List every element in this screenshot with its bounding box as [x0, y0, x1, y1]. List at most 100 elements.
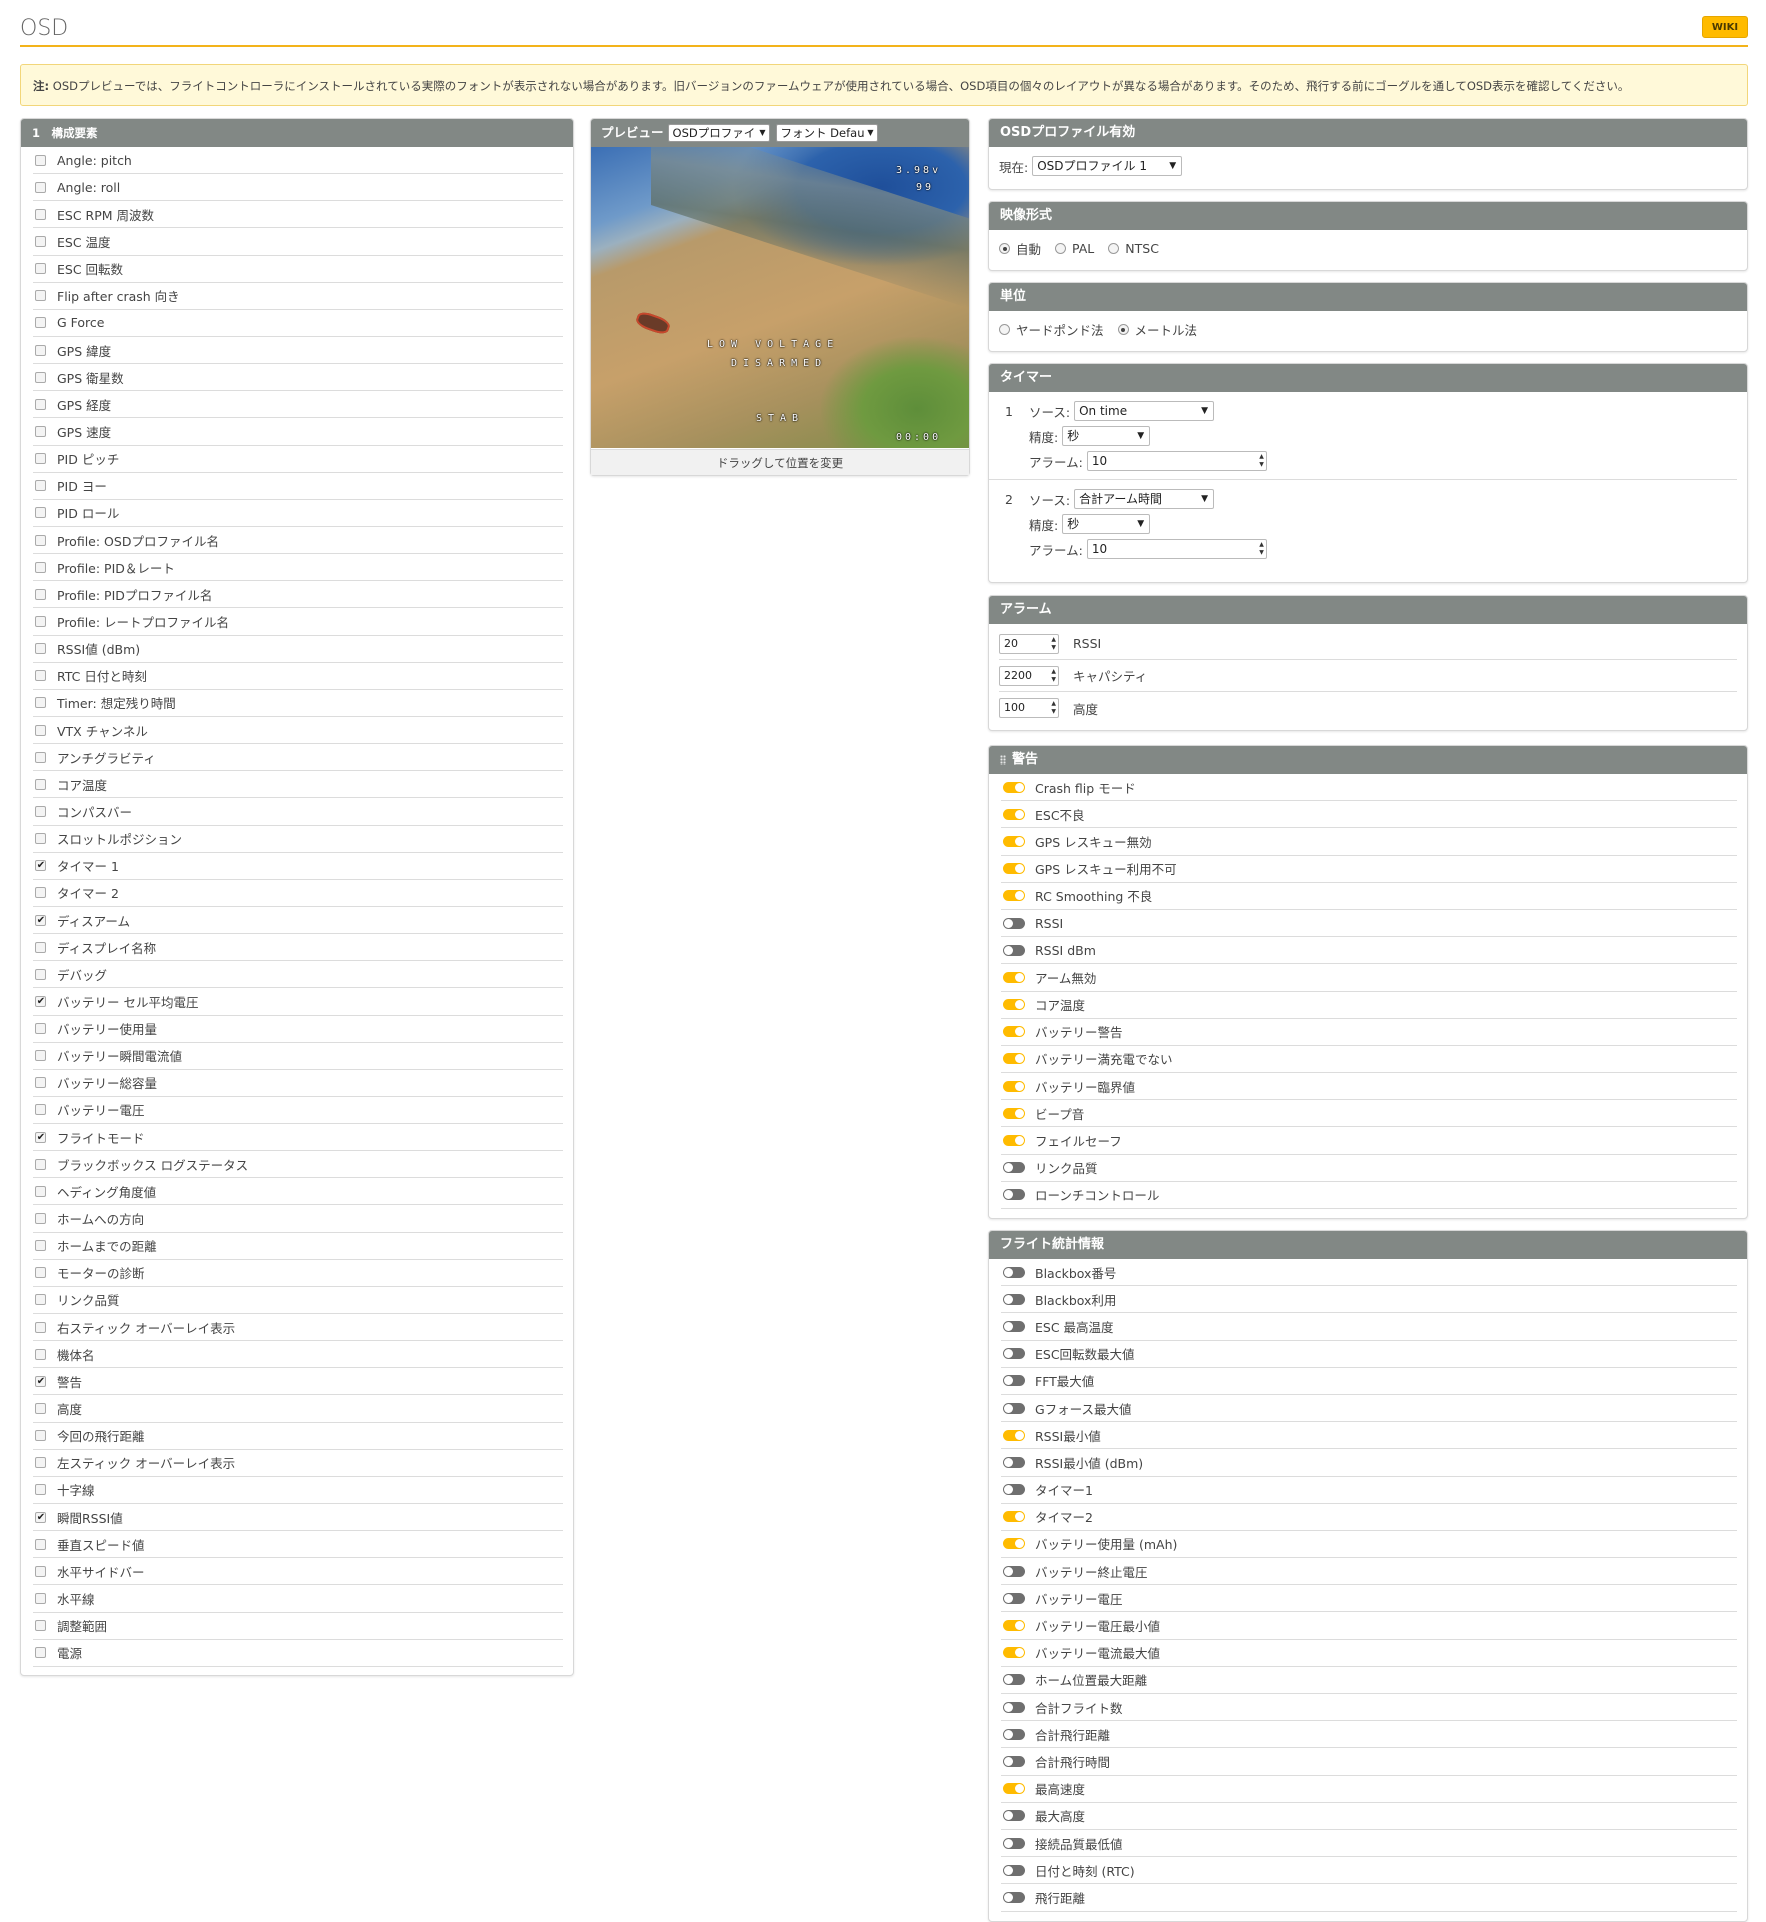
element-item[interactable]: GPS 経度: [33, 391, 563, 419]
stat-item[interactable]: 最高速度: [1001, 1776, 1737, 1803]
element-item[interactable]: Profile: OSDプロファイル名: [33, 527, 563, 555]
element-item[interactable]: バッテリー瞬間電流値: [33, 1043, 563, 1070]
element-item[interactable]: G Force: [33, 310, 563, 337]
stat-toggle[interactable]: [1003, 1837, 1025, 1849]
video-format-radio[interactable]: [1108, 243, 1120, 254]
video-format-option[interactable]: 自動: [999, 239, 1041, 258]
warning-item[interactable]: バッテリー満充電でない: [1001, 1046, 1737, 1074]
element-item[interactable]: Angle: pitch: [33, 147, 563, 175]
stat-toggle[interactable]: [1003, 1484, 1025, 1496]
timer-precision-select[interactable]: 秒: [1062, 514, 1151, 534]
element-item[interactable]: GPS 緯度: [33, 337, 563, 365]
element-item[interactable]: GPS 衛星数: [33, 364, 563, 392]
video-format-radio[interactable]: [1055, 243, 1067, 254]
stat-item[interactable]: 合計フライト数: [1001, 1694, 1737, 1722]
element-checkbox[interactable]: [35, 425, 46, 437]
element-checkbox[interactable]: [35, 181, 46, 193]
element-checkbox[interactable]: [35, 805, 46, 817]
element-checkbox[interactable]: [35, 561, 46, 573]
element-checkbox[interactable]: [35, 643, 46, 655]
warning-item[interactable]: ローンチコントロール: [1001, 1182, 1737, 1209]
element-checkbox[interactable]: [35, 751, 46, 763]
stat-toggle[interactable]: [1003, 1810, 1025, 1822]
warning-item[interactable]: フェイルセーフ: [1001, 1127, 1737, 1155]
element-item[interactable]: 左スティック オーバーレイ表示: [33, 1450, 563, 1477]
stat-item[interactable]: 飛行距離: [1001, 1884, 1737, 1912]
warning-item[interactable]: アーム無効: [1001, 964, 1737, 992]
osd-warning[interactable]: LOW VOLTAGE: [707, 339, 839, 350]
warning-toggle[interactable]: [1003, 781, 1025, 793]
element-checkbox[interactable]: [35, 697, 46, 709]
element-item[interactable]: ESC 温度: [33, 228, 563, 256]
osd-disarmed[interactable]: DISARMED: [731, 358, 827, 369]
alarm-value-input[interactable]: 20: [999, 633, 1059, 654]
element-item[interactable]: Angle: roll: [33, 174, 563, 202]
stat-toggle[interactable]: [1003, 1402, 1025, 1414]
stat-item[interactable]: バッテリー電流最大値: [1001, 1640, 1737, 1667]
element-checkbox[interactable]: [35, 1023, 46, 1035]
element-item[interactable]: モーターの診断: [33, 1260, 563, 1287]
unit-radio[interactable]: [999, 324, 1010, 335]
stat-item[interactable]: Gフォース最大値: [1001, 1395, 1737, 1423]
element-item[interactable]: タイマー 2: [33, 880, 563, 907]
stat-item[interactable]: バッテリー電圧最小値: [1001, 1612, 1737, 1640]
stat-item[interactable]: 合計飛行時間: [1001, 1748, 1737, 1776]
element-item[interactable]: ブラックボックス ログステータス: [33, 1151, 563, 1179]
element-checkbox[interactable]: [35, 453, 46, 465]
stat-toggle[interactable]: [1003, 1864, 1025, 1876]
unit-option[interactable]: メートル法: [1117, 320, 1197, 339]
element-checkbox[interactable]: [35, 778, 46, 790]
stat-item[interactable]: RSSI最小値 (dBm): [1001, 1449, 1737, 1477]
stat-item[interactable]: タイマー2: [1001, 1504, 1737, 1531]
element-checkbox[interactable]: [35, 615, 46, 627]
warning-toggle[interactable]: [1003, 808, 1025, 820]
element-checkbox[interactable]: [35, 480, 46, 492]
osd-profile-select[interactable]: OSDプロファイ: [667, 124, 770, 142]
stat-item[interactable]: バッテリー使用量 (mAh): [1001, 1531, 1737, 1559]
stat-toggle[interactable]: [1003, 1674, 1025, 1686]
element-item[interactable]: PID ヨー: [33, 473, 563, 500]
element-checkbox[interactable]: [35, 1511, 46, 1523]
element-item[interactable]: GPS 速度: [33, 418, 563, 446]
stat-item[interactable]: Blackbox利用: [1001, 1286, 1737, 1314]
element-item[interactable]: コンパスバー: [33, 798, 563, 826]
warning-toggle[interactable]: [1003, 944, 1025, 956]
stat-toggle[interactable]: [1003, 1891, 1025, 1903]
stat-toggle[interactable]: [1003, 1647, 1025, 1659]
element-item[interactable]: コア温度: [33, 771, 563, 799]
warning-toggle[interactable]: [1003, 917, 1025, 929]
warning-item[interactable]: Crash flip モード: [1001, 774, 1737, 802]
element-item[interactable]: 瞬間RSSI値: [33, 1504, 563, 1532]
element-item[interactable]: Profile: PID＆レート: [33, 554, 563, 582]
element-item[interactable]: 十字線: [33, 1477, 563, 1505]
warning-toggle[interactable]: [1003, 999, 1025, 1011]
element-item[interactable]: バッテリー使用量: [33, 1016, 563, 1043]
alarm-value-input[interactable]: 100: [999, 698, 1059, 718]
element-item[interactable]: スロットルポジション: [33, 826, 563, 853]
element-item[interactable]: ディスアーム: [33, 907, 563, 935]
element-checkbox[interactable]: [35, 1375, 46, 1387]
element-item[interactable]: 電源: [33, 1640, 563, 1667]
stat-item[interactable]: タイマー1: [1001, 1477, 1737, 1504]
element-item[interactable]: PID ピッチ: [33, 446, 563, 473]
stat-item[interactable]: ESC回転数最大値: [1001, 1341, 1737, 1368]
stat-toggle[interactable]: [1003, 1728, 1025, 1740]
element-item[interactable]: 調整範囲: [33, 1613, 563, 1640]
stat-item[interactable]: 日付と時刻 (RTC): [1001, 1857, 1737, 1885]
element-checkbox[interactable]: [35, 534, 46, 546]
stat-item[interactable]: FFT最大値: [1001, 1368, 1737, 1395]
stat-item[interactable]: 接続品質最低値: [1001, 1830, 1737, 1858]
warning-toggle[interactable]: [1003, 1135, 1025, 1147]
element-checkbox[interactable]: [35, 1185, 46, 1197]
element-item[interactable]: 水平線: [33, 1585, 563, 1613]
element-checkbox[interactable]: [35, 1348, 46, 1360]
element-item[interactable]: リンク品質: [33, 1287, 563, 1315]
warning-item[interactable]: バッテリー警告: [1001, 1019, 1737, 1046]
element-checkbox[interactable]: [35, 235, 46, 247]
element-item[interactable]: 高度: [33, 1395, 563, 1423]
warning-item[interactable]: ESC不良: [1001, 801, 1737, 829]
osd-rssi[interactable]: 99: [916, 182, 934, 193]
element-item[interactable]: バッテリー総容量: [33, 1070, 563, 1097]
osd-timer[interactable]: 00:00: [896, 432, 941, 443]
element-checkbox[interactable]: [35, 1620, 46, 1632]
